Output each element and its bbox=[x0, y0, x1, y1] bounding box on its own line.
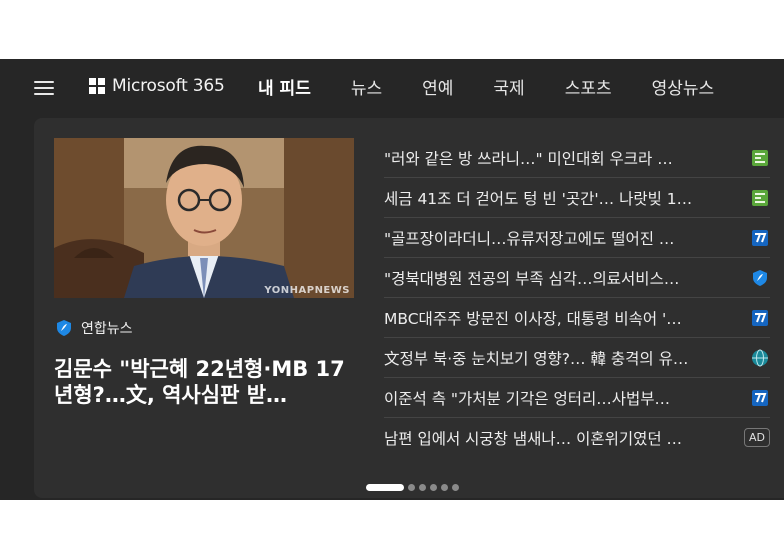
tab-my-feed[interactable]: 내 피드 bbox=[258, 74, 311, 99]
tab-video-news[interactable]: 영상뉴스 bbox=[652, 74, 715, 99]
news-list-item[interactable]: 세금 41조 더 걷어도 텅 빈 '곳간'… 나랏빚 1… bbox=[384, 178, 770, 218]
pager-dot[interactable] bbox=[441, 484, 448, 491]
news-list-item[interactable]: MBC대주주 방문진 이사장, 대통령 비속어 '… bbox=[384, 298, 770, 338]
news-list: "러와 같은 방 쓰라니…" 미인대회 우크라 … 세금 41조 더 걷어도 텅 … bbox=[384, 138, 770, 457]
tab-news[interactable]: 뉴스 bbox=[351, 74, 382, 99]
news-title: "골프장이라더니…유류저장고에도 떨어진 … bbox=[384, 229, 675, 248]
top-navigation: Microsoft 365 내 피드 뉴스 연예 국제 스포츠 영상뉴스 bbox=[0, 59, 784, 115]
pager-dot[interactable] bbox=[419, 484, 426, 491]
news-list-item[interactable]: 남편 입에서 시궁창 냄새나… 이혼위기였던 … AD bbox=[384, 418, 770, 457]
tab-world[interactable]: 국제 bbox=[493, 74, 524, 99]
image-watermark: YONHAPNEWS bbox=[264, 285, 350, 296]
ad-badge: AD bbox=[744, 428, 770, 447]
pager-dot[interactable] bbox=[452, 484, 459, 491]
news-card: YONHAPNEWS 연합뉴스 김문수 "박근혜 22년형·MB 17년형?…文… bbox=[34, 118, 784, 498]
yonhap-shield-icon bbox=[750, 268, 770, 288]
source-name: 연합뉴스 bbox=[81, 321, 133, 337]
news-list-item[interactable]: 이준석 측 "가처분 기각은 엉터리…사법부… bbox=[384, 378, 770, 418]
blue-news-icon bbox=[750, 388, 770, 408]
pager-dot-active[interactable] bbox=[366, 484, 404, 491]
blue-news-icon bbox=[750, 308, 770, 328]
news-title: MBC대주주 방문진 이사장, 대통령 비속어 '… bbox=[384, 309, 682, 328]
featured-headline[interactable]: 김문수 "박근혜 22년형·MB 17년형?…文, 역사심판 받… bbox=[54, 356, 354, 408]
microsoft-365-brand[interactable]: Microsoft 365 bbox=[89, 76, 225, 96]
news-title: 文정부 북·중 눈치보기 영향?… 韓 충격의 유… bbox=[384, 349, 689, 368]
news-title: "러와 같은 방 쓰라니…" 미인대회 우크라 … bbox=[384, 149, 673, 168]
yonhap-source-icon bbox=[57, 320, 71, 336]
news-list-item[interactable]: "경북대병원 전공의 부족 심각…의료서비스… bbox=[384, 258, 770, 298]
pager-dot[interactable] bbox=[430, 484, 437, 491]
featured-image[interactable]: YONHAPNEWS bbox=[54, 138, 354, 298]
tab-sports[interactable]: 스포츠 bbox=[565, 74, 612, 99]
blue-news-icon bbox=[750, 228, 770, 248]
news-title: "경북대병원 전공의 부족 심각…의료서비스… bbox=[384, 269, 680, 288]
green-news-icon bbox=[750, 188, 770, 208]
carousel-pager bbox=[366, 484, 459, 491]
news-title: 세금 41조 더 걷어도 텅 빈 '곳간'… 나랏빚 1… bbox=[384, 189, 693, 208]
featured-photo-illustration bbox=[54, 138, 354, 298]
news-list-item[interactable]: 文정부 북·중 눈치보기 영향?… 韓 충격의 유… bbox=[384, 338, 770, 378]
hamburger-menu-icon[interactable] bbox=[34, 81, 54, 95]
featured-source[interactable]: 연합뉴스 bbox=[55, 318, 133, 338]
tab-entertainment[interactable]: 연예 bbox=[422, 74, 453, 99]
news-list-item[interactable]: "러와 같은 방 쓰라니…" 미인대회 우크라 … bbox=[384, 138, 770, 178]
green-news-icon bbox=[750, 148, 770, 168]
globe-icon bbox=[750, 348, 770, 368]
pager-dot[interactable] bbox=[408, 484, 415, 491]
news-list-item[interactable]: "골프장이라더니…유류저장고에도 떨어진 … bbox=[384, 218, 770, 258]
news-title: 남편 입에서 시궁창 냄새나… 이혼위기였던 … bbox=[384, 429, 683, 448]
category-tabs: 내 피드 뉴스 연예 국제 스포츠 영상뉴스 bbox=[258, 74, 714, 99]
microsoft-logo-icon bbox=[89, 78, 105, 94]
brand-label: Microsoft 365 bbox=[112, 76, 225, 96]
news-title: 이준석 측 "가처분 기각은 엉터리…사법부… bbox=[384, 389, 670, 408]
